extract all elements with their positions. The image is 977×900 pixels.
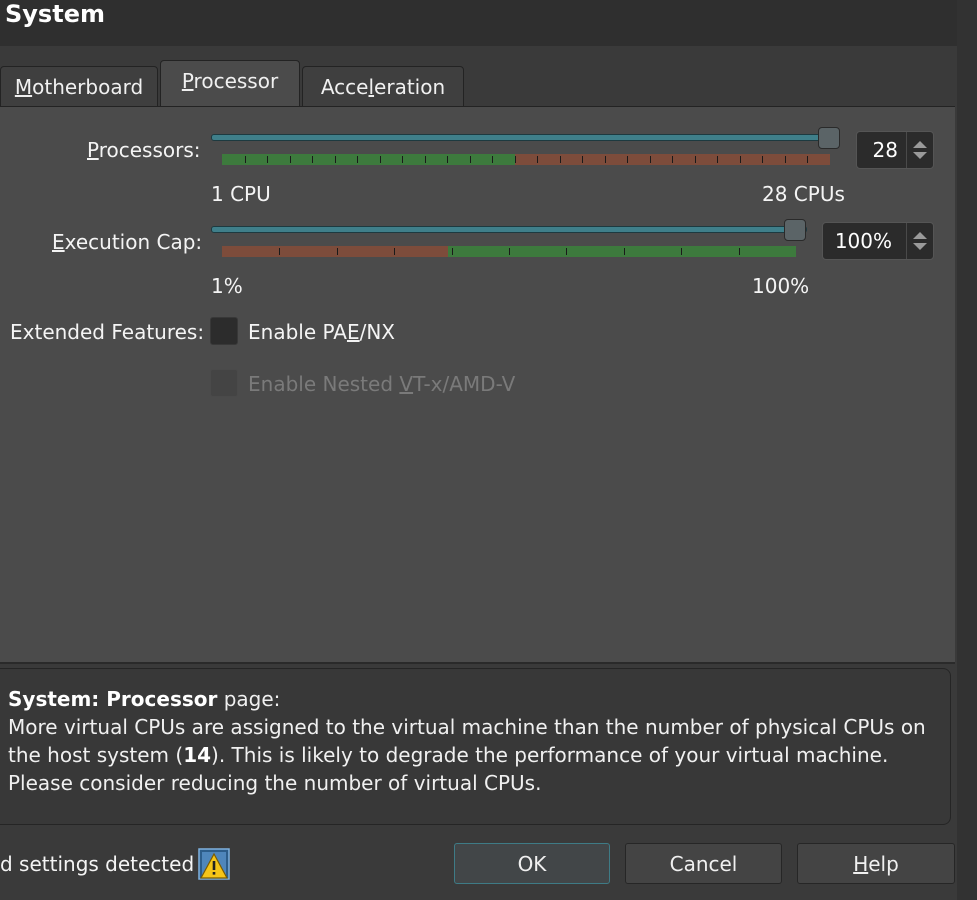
pae-nx-checkbox[interactable] bbox=[210, 317, 238, 345]
scale-tick bbox=[681, 248, 682, 255]
spin-buttons[interactable] bbox=[906, 132, 933, 168]
scale-tick bbox=[452, 248, 453, 255]
execution-cap-scale bbox=[222, 246, 796, 257]
warning-icon[interactable] bbox=[198, 848, 230, 880]
scale-tick bbox=[560, 156, 561, 163]
nested-vtx-checkbox bbox=[210, 369, 238, 397]
processors-value[interactable]: 28 bbox=[873, 138, 906, 162]
scale-recommended bbox=[222, 154, 515, 165]
scale-tick bbox=[762, 156, 763, 163]
scale-tick bbox=[337, 248, 338, 255]
processors-slider[interactable] bbox=[211, 134, 831, 141]
scale-tick bbox=[807, 156, 808, 163]
scale-tick bbox=[605, 156, 606, 163]
scale-tick bbox=[515, 156, 516, 163]
scale-tick bbox=[335, 156, 336, 163]
scale-tick bbox=[624, 248, 625, 255]
scale-tick bbox=[380, 156, 381, 163]
scale-tick bbox=[394, 248, 395, 255]
scale-tick bbox=[537, 156, 538, 163]
message-line: Please consider reducing the number of v… bbox=[8, 771, 542, 795]
execution-cap-max-label: 100% bbox=[752, 274, 810, 298]
scale-tick bbox=[357, 156, 358, 163]
window-edge bbox=[957, 0, 977, 900]
processors-max-label: 28 CPUs bbox=[762, 182, 845, 206]
execution-cap-slider-handle[interactable] bbox=[784, 219, 806, 241]
tab-label: Motherboard bbox=[14, 74, 144, 99]
processors-scale bbox=[222, 154, 830, 165]
scale-tick bbox=[279, 248, 280, 255]
scale-tick bbox=[267, 156, 268, 163]
execution-cap-value[interactable]: 100% bbox=[835, 229, 906, 253]
tab-label: Processor bbox=[181, 68, 279, 93]
scale-tick bbox=[717, 156, 718, 163]
scale-tick bbox=[312, 156, 313, 163]
scale-tick bbox=[402, 156, 403, 163]
chevron-down-icon[interactable] bbox=[913, 243, 927, 250]
ok-button[interactable]: OK bbox=[454, 843, 610, 884]
scale-tick bbox=[650, 156, 651, 163]
tab-motherboard[interactable]: Motherboard bbox=[0, 66, 158, 106]
help-button[interactable]: Help bbox=[797, 843, 955, 884]
scale-tick bbox=[470, 156, 471, 163]
processors-spinbox[interactable]: 28 bbox=[856, 131, 934, 169]
tab-label: Acceleration bbox=[320, 74, 446, 99]
scale-tick bbox=[739, 248, 740, 255]
scale-tick bbox=[425, 156, 426, 163]
help-label: Help bbox=[853, 851, 899, 876]
scale-tick bbox=[582, 156, 583, 163]
scale-tick bbox=[627, 156, 628, 163]
scale-tick bbox=[245, 156, 246, 163]
pae-nx-label[interactable]: Enable PAE/NX bbox=[248, 320, 395, 344]
spin-buttons[interactable] bbox=[906, 223, 933, 259]
execution-cap-label: Execution Cap: bbox=[52, 230, 203, 254]
scale-tick bbox=[509, 248, 510, 255]
cancel-button[interactable]: Cancel bbox=[625, 843, 782, 884]
extended-features-label: Extended Features: bbox=[10, 320, 205, 344]
scale-tick bbox=[566, 248, 567, 255]
chevron-down-icon[interactable] bbox=[913, 152, 927, 159]
chevron-up-icon[interactable] bbox=[913, 141, 927, 148]
status-text: d settings detected bbox=[0, 852, 195, 876]
scale-tick bbox=[740, 156, 741, 163]
scale-normal bbox=[448, 246, 796, 257]
execution-cap-spinbox[interactable]: 100% bbox=[822, 222, 934, 260]
scale-tick bbox=[695, 156, 696, 163]
scale-tick bbox=[785, 156, 786, 163]
processors-min-label: 1 CPU bbox=[211, 182, 271, 206]
panel-divider bbox=[0, 662, 955, 664]
tab-processor[interactable]: Processor bbox=[160, 60, 300, 106]
processors-slider-handle[interactable] bbox=[818, 127, 840, 149]
scale-tick bbox=[672, 156, 673, 163]
scale-tick bbox=[290, 156, 291, 163]
execution-cap-slider[interactable] bbox=[211, 226, 807, 233]
scale-tick bbox=[447, 156, 448, 163]
title-bar bbox=[0, 0, 957, 46]
chevron-up-icon[interactable] bbox=[913, 232, 927, 239]
warning-message-pane: System: Processor page: More virtual CPU… bbox=[0, 668, 951, 825]
page-title: System bbox=[5, 0, 105, 28]
message-line: the host system (14). This is likely to … bbox=[8, 743, 889, 767]
processors-label: Processors: bbox=[87, 138, 201, 162]
nested-vtx-label: Enable Nested VT-x/AMD-V bbox=[248, 372, 516, 396]
execution-cap-min-label: 1% bbox=[211, 274, 243, 298]
tab-acceleration[interactable]: Acceleration bbox=[302, 66, 464, 106]
scale-tick bbox=[492, 156, 493, 163]
message-heading: System: Processor page: bbox=[8, 687, 281, 711]
message-line: More virtual CPUs are assigned to the vi… bbox=[8, 715, 926, 739]
scale-low bbox=[222, 246, 448, 257]
